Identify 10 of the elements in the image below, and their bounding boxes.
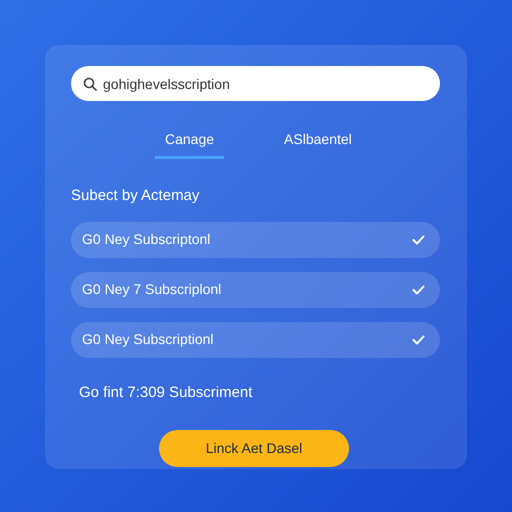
summary-text: Go fint 7:309 Subscriment: [79, 382, 254, 402]
section-heading: Subect by Actemay: [71, 186, 200, 206]
search-icon: [83, 77, 97, 91]
option-row[interactable]: G0 Ney 7 Subscriplonl: [71, 272, 440, 308]
action-button[interactable]: Linck Aet Dasel: [159, 430, 349, 467]
tab[interactable]: Canage: [155, 129, 224, 159]
tab[interactable]: ASlbaentel: [274, 129, 362, 159]
option-row[interactable]: G0 Ney Subscriptonl: [71, 222, 440, 258]
option-row[interactable]: G0 Ney Subscriptionl: [71, 322, 440, 358]
search-field[interactable]: gohighevelsscription: [71, 66, 440, 101]
